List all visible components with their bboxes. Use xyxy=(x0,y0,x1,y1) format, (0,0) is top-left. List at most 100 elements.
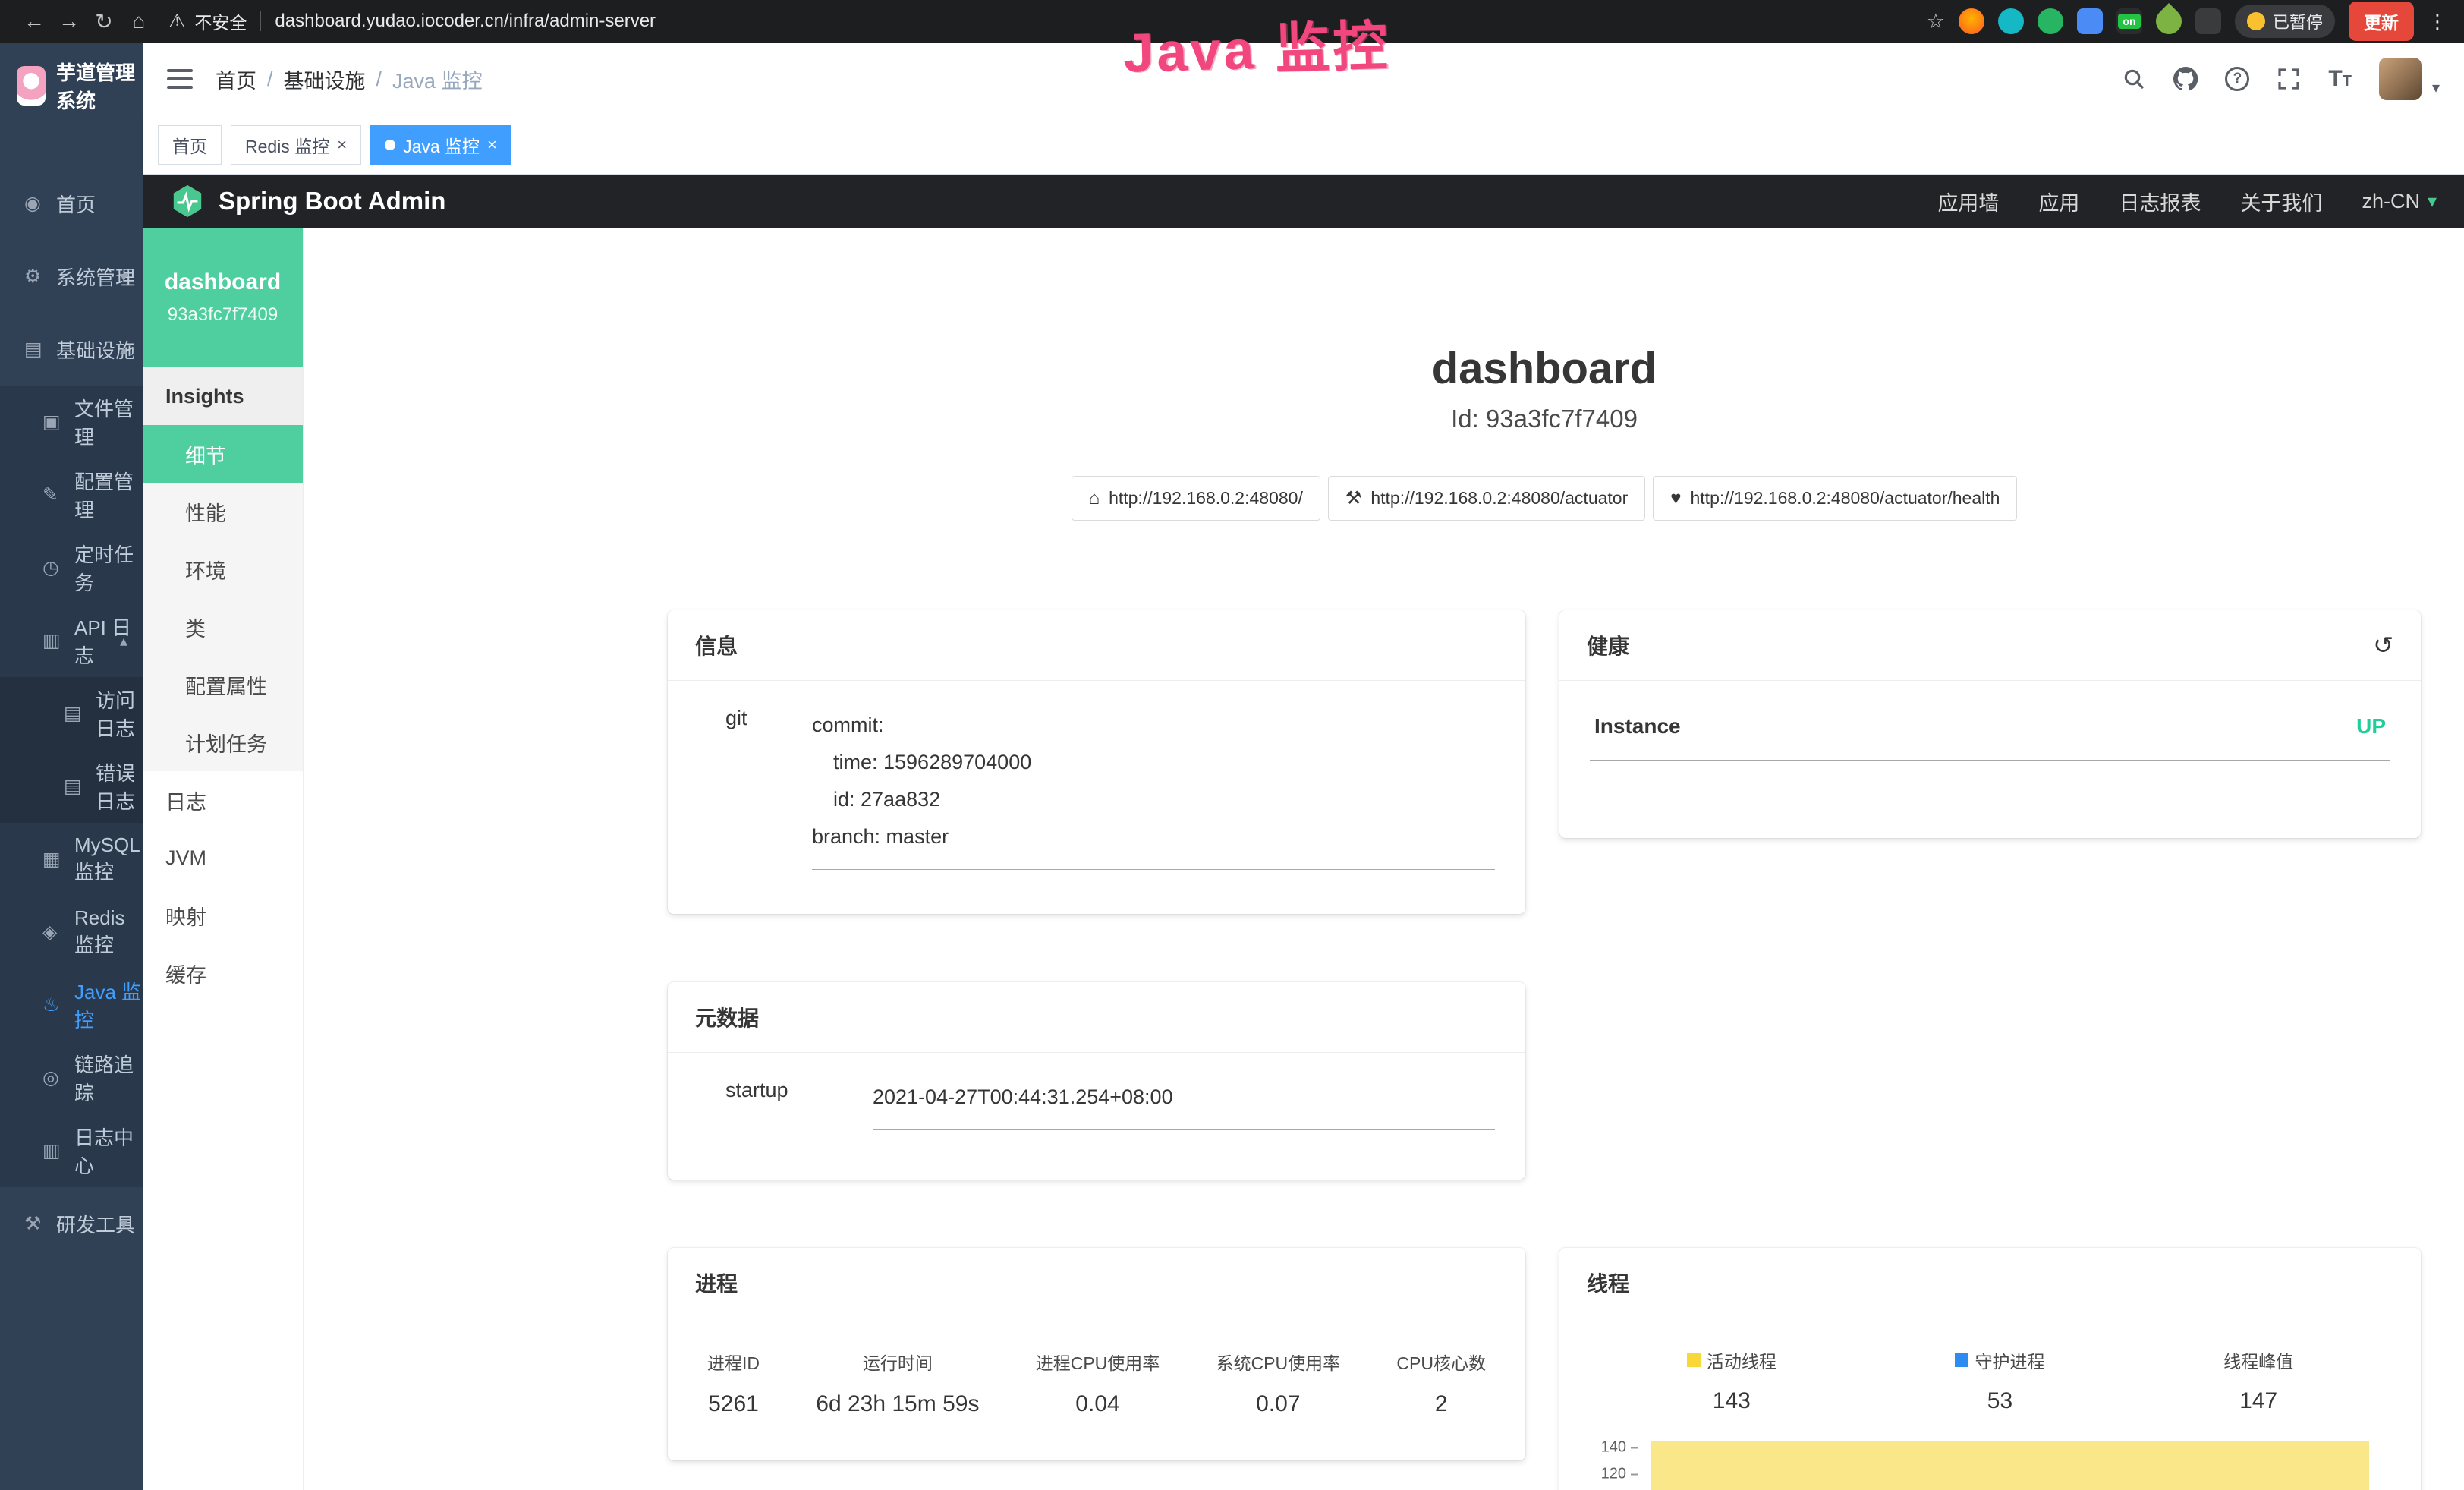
sidebar-item-trace[interactable]: ◎ 链路追踪 xyxy=(0,1041,143,1114)
extension-icon-fox[interactable] xyxy=(1959,8,1984,34)
logo-row[interactable]: 芋道管理系统 xyxy=(0,43,143,129)
legend-label: 守护进程 xyxy=(1975,1347,2044,1373)
link-url: http://192.168.0.2:48080/actuator xyxy=(1370,488,1628,509)
security-label: 不安全 xyxy=(194,8,247,34)
sba-nav-about[interactable]: 关于我们 xyxy=(2240,187,2322,216)
tab-redis-monitor[interactable]: Redis 监控 × xyxy=(231,125,361,165)
sidebar-item-dev-tools[interactable]: ⚒ 研发工具 ▾ xyxy=(0,1187,143,1260)
extension-icon-leaf[interactable] xyxy=(2151,3,2187,39)
paused-badge[interactable]: 已暂停 xyxy=(2235,5,2335,38)
tab-label: Java 监控 xyxy=(403,132,480,158)
service-url-link[interactable]: ⌂ http://192.168.0.2:48080/ xyxy=(1072,476,1320,521)
update-button[interactable]: 更新 xyxy=(2349,2,2414,41)
sba-logo-icon xyxy=(170,184,205,219)
extension-icon-on[interactable]: on xyxy=(2116,8,2142,34)
sidebar-item-java-monitor[interactable]: ♨ Java 监控 xyxy=(0,969,143,1041)
process-card-body: 进程ID 5261 运行时间 6d 23h 15m 59s xyxy=(668,1318,1525,1452)
spring-boot-admin: Spring Boot Admin 应用墙 应用 日志报表 关于我们 zh-CN… xyxy=(143,175,2464,1490)
close-icon[interactable]: × xyxy=(337,135,347,155)
metric-label: 进程ID xyxy=(707,1349,760,1375)
sba-nav-journal[interactable]: 日志报表 xyxy=(2119,187,2201,216)
info-card-body: git commit: time: 1596289704000 id: 27aa… xyxy=(668,681,1525,900)
metric-system-cpu: 系统CPU使用率 0.07 xyxy=(1216,1349,1341,1417)
app-logo xyxy=(17,66,46,106)
database-icon: ▦ xyxy=(42,848,74,871)
home-icon[interactable]: ⌂ xyxy=(121,9,156,33)
address-bar[interactable]: dashboard.yudao.iocoder.cn/infra/admin-s… xyxy=(275,11,656,32)
reload-icon[interactable]: ↻ xyxy=(87,9,121,34)
sba-item-mappings[interactable]: 映射 xyxy=(143,887,303,944)
sidebar-item-api-logs[interactable]: ▥ API 日志 ▴ xyxy=(0,604,143,677)
sba-body: dashboard 93a3fc7f7409 Insights 细节 性能 环境… xyxy=(143,228,2464,1490)
divider xyxy=(260,11,261,31)
instance-header[interactable]: dashboard 93a3fc7f7409 xyxy=(143,228,303,367)
chevron-down-icon: ▾ xyxy=(120,1214,127,1233)
log-center-icon: ▥ xyxy=(42,1139,74,1162)
sba-nav-wallboard[interactable]: 应用墙 xyxy=(1937,187,1999,216)
link-url: http://192.168.0.2:48080/actuator/health xyxy=(1691,488,2000,509)
sidebar-item-infrastructure[interactable]: ▤ 基础设施 ▴ xyxy=(0,313,143,386)
warning-icon: ⚠ xyxy=(168,10,185,33)
sba-nav-applications[interactable]: 应用 xyxy=(2038,187,2079,216)
sidebar-item-access-logs[interactable]: ▤ 访问日志 xyxy=(0,677,143,750)
sidebar-item-scheduled-jobs[interactable]: ◷ 定时任务 xyxy=(0,531,143,604)
sidebar-item-error-logs[interactable]: ▤ 错误日志 xyxy=(0,750,143,823)
back-icon[interactable]: ← xyxy=(17,9,52,33)
hamburger-icon[interactable] xyxy=(167,69,193,89)
health-instance-label[interactable]: Instance xyxy=(1594,714,1681,739)
sidebar-item-mysql-monitor[interactable]: ▦ MySQL 监控 xyxy=(0,823,143,896)
sba-item-performance[interactable]: 性能 xyxy=(143,483,303,540)
extension-icon-drop[interactable] xyxy=(1998,8,2024,34)
sba-brand[interactable]: Spring Boot Admin xyxy=(170,184,445,219)
sba-item-jvm[interactable]: JVM xyxy=(143,829,303,887)
chevron-down-icon: ▾ xyxy=(2428,191,2437,213)
avatar-caret-icon[interactable]: ▾ xyxy=(2432,78,2440,100)
sidebar-item-redis-monitor[interactable]: ◈ Redis 监控 xyxy=(0,896,143,969)
sidebar-item-log-center[interactable]: ▥ 日志中心 xyxy=(0,1114,143,1187)
breadcrumb-home[interactable]: 首页 xyxy=(216,65,256,94)
sba-item-details[interactable]: 细节 xyxy=(143,425,303,483)
actuator-url-link[interactable]: ⚒ http://192.168.0.2:48080/actuator xyxy=(1328,476,1645,521)
bookmark-star-icon[interactable]: ☆ xyxy=(1927,10,1945,33)
health-url-link[interactable]: ♥ http://192.168.0.2:48080/actuator/heal… xyxy=(1653,476,2017,521)
container: dashboard Id: 93a3fc7f7409 ⌂ http://192.… xyxy=(668,343,2421,1490)
help-icon[interactable]: ? xyxy=(2225,67,2249,91)
close-icon[interactable]: × xyxy=(487,135,497,155)
security-indicator[interactable]: ⚠ 不安全 xyxy=(168,8,247,34)
sidebar-item-system-management[interactable]: ⚙ 系统管理 ▾ xyxy=(0,240,143,313)
metadata-value: 2021-04-27T00:44:31.254+08:00 xyxy=(873,1079,1495,1130)
app-sidebar: 芋道管理系统 ◉ 首页 ⚙ 系统管理 ▾ ▤ 基础设施 ▴ ▣ xyxy=(0,43,143,1490)
extension-icon-pin[interactable] xyxy=(2195,8,2221,34)
breadcrumb-section[interactable]: 基础设施 xyxy=(284,65,366,94)
git-time-line: time: 1596289704000 xyxy=(812,744,1495,781)
tab-java-monitor[interactable]: Java 监控 × xyxy=(370,125,511,165)
search-icon[interactable] xyxy=(2122,67,2146,91)
sba-brand-name: Spring Boot Admin xyxy=(219,187,445,216)
live-threads-area xyxy=(1651,1441,2369,1490)
metadata-key: startup xyxy=(698,1079,873,1130)
locale-selector[interactable]: zh-CN ▾ xyxy=(2362,190,2437,213)
sidebar-item-config-management[interactable]: ✎ 配置管理 xyxy=(0,458,143,531)
metric-uptime: 运行时间 6d 23h 15m 59s xyxy=(816,1349,979,1417)
sidebar-item-home[interactable]: ◉ 首页 xyxy=(0,167,143,240)
forward-icon[interactable]: → xyxy=(52,9,87,33)
legend-live-threads: 活动线程 143 xyxy=(1687,1347,1776,1414)
history-icon[interactable]: ↺ xyxy=(2373,631,2393,660)
tab-home[interactable]: 首页 xyxy=(158,125,222,165)
sidebar-item-file-management[interactable]: ▣ 文件管理 xyxy=(0,386,143,458)
sba-item-classes[interactable]: 类 xyxy=(143,598,303,656)
sba-item-environment[interactable]: 环境 xyxy=(143,540,303,598)
browser-menu-icon[interactable]: ⋮ xyxy=(2428,10,2447,33)
fullscreen-icon[interactable] xyxy=(2277,67,2301,91)
sba-item-logs[interactable]: 日志 xyxy=(143,771,303,829)
page-title: dashboard xyxy=(668,343,2421,394)
sba-item-caches[interactable]: 缓存 xyxy=(143,944,303,1002)
avatar[interactable] xyxy=(2379,58,2422,100)
extension-icon-grid[interactable] xyxy=(2077,8,2103,34)
font-size-icon[interactable]: TT xyxy=(2328,66,2352,92)
sba-item-scheduled-tasks[interactable]: 计划任务 xyxy=(143,713,303,771)
sba-item-config-props[interactable]: 配置属性 xyxy=(143,656,303,713)
github-icon[interactable] xyxy=(2173,67,2198,91)
metric-value: 2 xyxy=(1396,1391,1486,1417)
extension-icon-green[interactable] xyxy=(2038,8,2063,34)
